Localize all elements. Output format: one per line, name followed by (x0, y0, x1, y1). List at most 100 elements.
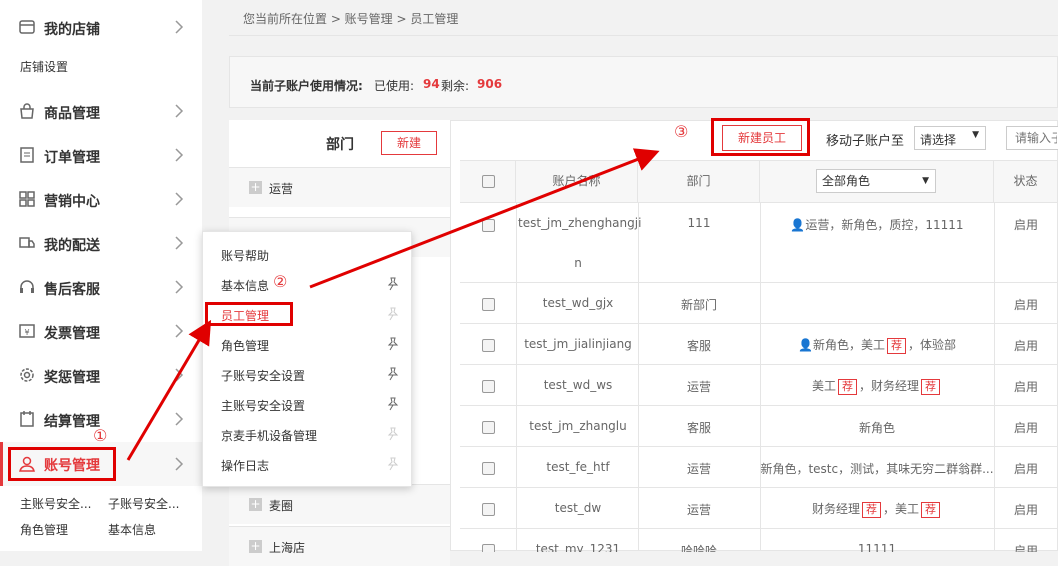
table-row[interactable]: test_my_1231 哈哈哈 11111 启用 (460, 528, 1058, 552)
table-row[interactable]: test_wd_gjx 新部门 启用 (460, 282, 1058, 324)
recommend-badge: 荐 (886, 338, 906, 354)
menu-item-role-management[interactable]: 角色管理 (221, 337, 269, 354)
sidebar-item-store[interactable]: 我的店铺 (0, 10, 202, 46)
step-1-marker: ① (93, 426, 108, 445)
chevron-right-icon (175, 192, 184, 206)
menu-item-employee-management[interactable]: 员工管理 (221, 307, 269, 324)
roles-text: ，体验部 (907, 338, 956, 352)
pin-icon[interactable] (387, 427, 399, 441)
sidebar-item-orders[interactable]: 订单管理 (0, 138, 202, 174)
table-row[interactable]: test_jm_zhenghangji n 111 👤运营，新角色，质控，111… (460, 202, 1058, 283)
dept-cell: 客服 (686, 421, 711, 435)
roles-cell: 新角色，testc，测试，其味无穷二群翁群... (760, 462, 994, 476)
table-row[interactable]: test_fe_htf 运营 新角色，testc，测试，其味无穷二群翁群... … (460, 446, 1058, 488)
chevron-right-icon (175, 324, 184, 338)
pin-icon[interactable] (387, 367, 399, 381)
row-checkbox[interactable] (482, 421, 495, 434)
menu-item-basic-info[interactable]: 基本信息 (221, 277, 269, 294)
roles-text: ，美工 (883, 502, 920, 516)
sidebar-item-delivery[interactable]: 我的配送 (0, 226, 202, 262)
row-checkbox[interactable] (482, 298, 495, 311)
dept-item[interactable]: + 麦圈 (229, 484, 450, 524)
sidebar-item-products[interactable]: 商品管理 (0, 94, 202, 130)
sidebar-item-label: 订单管理 (44, 150, 100, 166)
role-filter-select[interactable]: 全部角色 ▼ (816, 169, 936, 193)
roles-text: 运营，新角色，质控，11111 (805, 218, 964, 232)
dept-cell: 客服 (686, 339, 711, 353)
recommend-badge: 荐 (862, 502, 881, 518)
menu-item-mobile-device[interactable]: 京麦手机设备管理 (221, 427, 317, 444)
account-name: test_dw (554, 501, 602, 515)
header-select-all[interactable] (460, 160, 516, 202)
left-count: 906 (477, 77, 503, 91)
row-checkbox[interactable] (482, 339, 495, 352)
sidebar-item-aftersales[interactable]: 售后客服 (0, 270, 202, 306)
menu-item-main-account-security[interactable]: 主账号安全设置 (221, 397, 305, 414)
row-checkbox[interactable] (482, 503, 495, 516)
account-name: test_wd_gjx (542, 296, 614, 310)
pin-icon[interactable] (387, 457, 399, 471)
status-cell: 启用 (1013, 462, 1038, 476)
expand-icon[interactable]: + (249, 540, 262, 553)
sidebar-item-rewards[interactable]: 奖惩管理 (0, 358, 202, 394)
sub-link-role-management[interactable]: 角色管理 (20, 521, 68, 538)
roles-text: 美工 (811, 379, 836, 393)
table-row[interactable]: test_jm_jialinjiang 客服 👤新角色，美工荐，体验部 启用 (460, 323, 1058, 365)
menu-item-operation-log[interactable]: 操作日志 (221, 457, 269, 474)
sub-link-basic-info[interactable]: 基本信息 (108, 521, 156, 538)
breadcrumb: 您当前所在位置 > 账号管理 > 员工管理 (243, 12, 459, 26)
roles-cell: 财务经理荐，美工荐 (760, 500, 994, 518)
sidebar-item-marketing[interactable]: 营销中心 (0, 182, 202, 218)
roles-cell: 新角色 (858, 421, 895, 435)
role-filter-value: 全部角色 (822, 174, 871, 188)
dept-item[interactable]: + 运营 (229, 167, 450, 207)
pin-icon[interactable] (387, 277, 399, 291)
used-count: 94 (423, 77, 440, 91)
store-icon (19, 20, 35, 34)
chevron-right-icon (175, 236, 184, 250)
sub-link-main-account-security[interactable]: 主账号安全... (20, 495, 91, 512)
left-label: 剩余: (441, 79, 470, 93)
row-checkbox[interactable] (482, 462, 495, 475)
person-icon: 👤 (798, 338, 813, 352)
select-all-checkbox[interactable] (482, 175, 495, 188)
dept-title: 部门 (326, 137, 354, 153)
chevron-right-icon (175, 280, 184, 294)
pin-icon[interactable] (387, 397, 399, 411)
table-row[interactable]: test_wd_ws 运营 美工荐，财务经理荐 启用 (460, 364, 1058, 406)
usage-label: 当前子账户使用情况: (250, 79, 363, 93)
expand-icon[interactable]: + (249, 181, 262, 194)
roles-cell: 👤运营，新角色，质控，11111 (760, 216, 994, 233)
menu-item-account-help[interactable]: 账号帮助 (221, 247, 269, 264)
row-checkbox[interactable] (482, 380, 495, 393)
pin-icon[interactable] (387, 307, 399, 321)
status-cell: 启用 (1013, 298, 1038, 312)
chevron-right-icon (175, 20, 184, 34)
new-employee-button[interactable]: 新建员工 (722, 125, 802, 151)
dept-item[interactable]: + 上海店 (229, 526, 450, 566)
sub-link-store-settings[interactable]: 店铺设置 (20, 58, 68, 75)
sidebar-item-label: 我的配送 (44, 238, 100, 254)
new-dept-button[interactable]: 新建 (381, 131, 437, 155)
header-dept: 部门 (638, 160, 760, 202)
step-2-marker: ② (273, 272, 288, 291)
row-checkbox[interactable] (482, 219, 495, 232)
grid-icon (19, 191, 35, 207)
roles-text: 新角色，美工 (812, 338, 885, 352)
account-name: test_jm_jialinjiang (524, 337, 632, 351)
chevron-right-icon (175, 412, 184, 426)
menu-item-sub-account-security[interactable]: 子账号安全设置 (221, 367, 305, 384)
move-select[interactable]: 请选择 ▼ (914, 126, 986, 150)
expand-icon[interactable]: + (249, 498, 262, 511)
table-row[interactable]: test_jm_zhanglu 客服 新角色 启用 (460, 405, 1058, 447)
search-input[interactable] (1006, 126, 1058, 150)
sidebar-item-label: 结算管理 (44, 414, 100, 430)
table-row[interactable]: test_dw 运营 财务经理荐，美工荐 启用 (460, 487, 1058, 529)
sub-link-sub-account-security[interactable]: 子账号安全... (108, 495, 179, 512)
sidebar-item-invoice[interactable]: ¥ 发票管理 (0, 314, 202, 350)
status-cell: 启用 (1013, 218, 1038, 232)
status-cell: 启用 (1013, 339, 1038, 353)
highlight-box (8, 447, 116, 481)
sidebar-item-label: 售后客服 (44, 282, 100, 298)
pin-icon[interactable] (387, 337, 399, 351)
